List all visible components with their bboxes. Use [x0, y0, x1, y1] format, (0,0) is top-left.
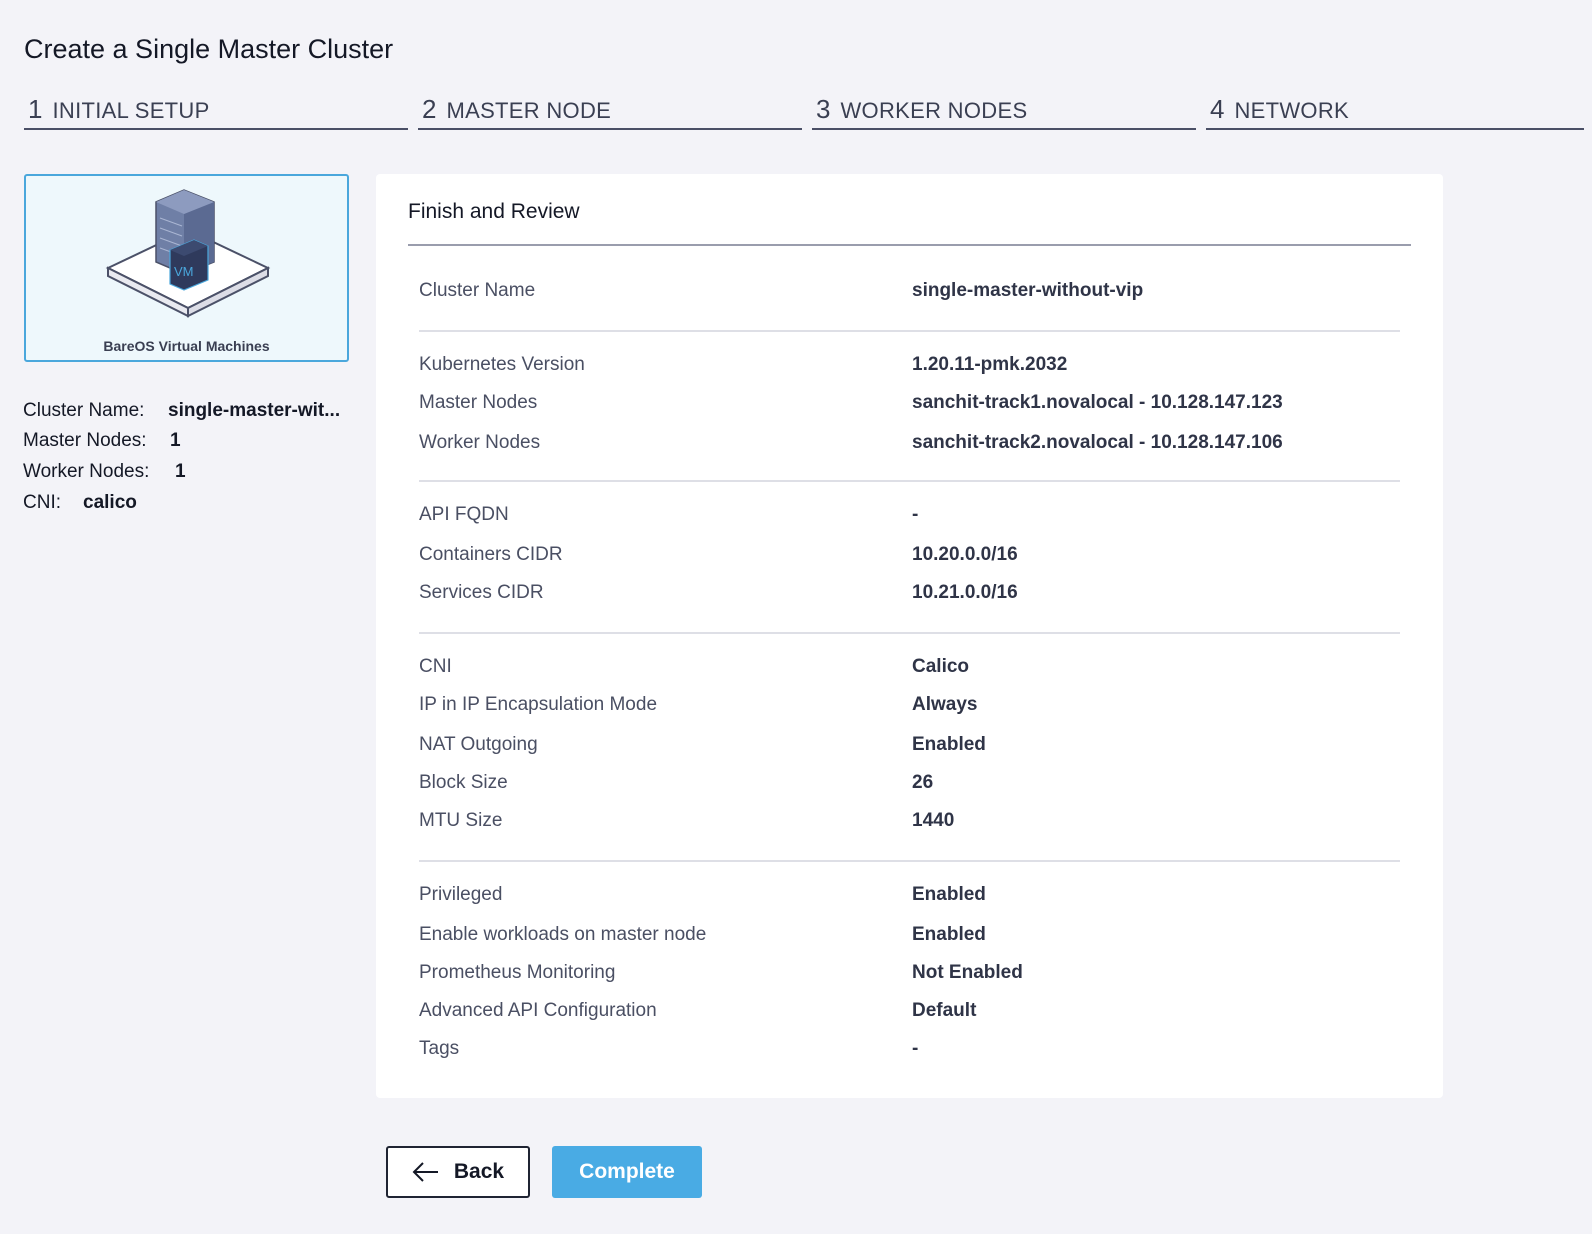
divider — [419, 330, 1400, 332]
summary-label: Master Nodes: — [23, 430, 147, 451]
review-value: - — [912, 504, 919, 525]
review-value: 1.20.11-pmk.2032 — [912, 354, 1068, 375]
review-label: CNI — [419, 656, 452, 677]
review-value: 26 — [912, 772, 934, 793]
back-button[interactable]: Back — [386, 1146, 530, 1198]
review-label: IP in IP Encapsulation Mode — [419, 694, 658, 715]
summary-label: Worker Nodes: — [23, 461, 150, 482]
review-value: 1440 — [912, 810, 955, 831]
summary-value: calico — [83, 492, 137, 513]
review-value: Always — [912, 694, 978, 715]
step-label: MASTER NODE — [446, 98, 612, 123]
review-label: Containers CIDR — [419, 544, 563, 565]
review-label: MTU Size — [419, 810, 503, 831]
review-value: sanchit-track1.novalocal - 10.128.147.12… — [912, 392, 1283, 413]
step-label: NETWORK — [1234, 98, 1350, 123]
review-value: 10.21.0.0/16 — [912, 582, 1018, 603]
review-label: Prometheus Monitoring — [419, 962, 616, 983]
divider — [408, 244, 1411, 246]
vm-server-icon: VM — [105, 189, 271, 318]
platform-label: BareOS Virtual Machines — [103, 338, 270, 354]
step-number: 1 — [28, 94, 43, 124]
step-master-node[interactable]: 2 MASTER NODE — [418, 94, 802, 130]
wizard-steps: 1 INITIAL SETUP 2 MASTER NODE 3 WORKER N… — [24, 94, 1584, 130]
vm-badge: VM — [174, 264, 194, 279]
step-worker-nodes[interactable]: 3 WORKER NODES — [812, 94, 1196, 130]
review-value: Default — [912, 1000, 977, 1021]
review-label: Services CIDR — [419, 582, 544, 603]
summary-value: single-master-wit... — [168, 400, 341, 421]
platform-card: VM BareOS Virtual Machines — [24, 174, 349, 362]
step-number: 2 — [422, 94, 437, 124]
complete-button[interactable]: Complete — [552, 1146, 702, 1198]
review-label: Master Nodes — [419, 392, 538, 413]
review-label: Worker Nodes — [419, 432, 541, 453]
review-label: Kubernetes Version — [419, 354, 585, 375]
review-label: Enable workloads on master node — [419, 924, 707, 945]
summary-label: CNI: — [23, 492, 61, 513]
review-value: sanchit-track2.novalocal - 10.128.147.10… — [912, 432, 1283, 453]
review-panel: Finish and Review Cluster Name single-ma… — [376, 174, 1443, 1098]
review-value: - — [912, 1038, 919, 1059]
review-label: Block Size — [419, 772, 508, 793]
review-value: single-master-without-vip — [912, 280, 1144, 301]
step-label: WORKER NODES — [840, 98, 1028, 123]
divider — [419, 860, 1400, 862]
step-number: 3 — [816, 94, 831, 124]
review-label: API FQDN — [419, 504, 509, 525]
summary-value: 1 — [175, 461, 186, 482]
review-value: Calico — [912, 656, 970, 677]
review-label: NAT Outgoing — [419, 734, 538, 755]
step-label: INITIAL SETUP — [52, 98, 210, 123]
review-label: Cluster Name — [419, 280, 536, 301]
back-label: Back — [453, 1160, 505, 1183]
page-title: Create a Single Master Cluster — [24, 34, 394, 64]
step-number: 4 — [1210, 94, 1225, 124]
step-initial-setup[interactable]: 1 INITIAL SETUP — [24, 94, 408, 130]
step-network[interactable]: 4 NETWORK — [1206, 94, 1584, 130]
review-label: Advanced API Configuration — [419, 1000, 657, 1021]
divider — [419, 480, 1400, 482]
review-value: Enabled — [912, 734, 986, 755]
review-value: Not Enabled — [912, 962, 1023, 983]
review-label: Tags — [419, 1038, 460, 1059]
divider — [419, 632, 1400, 634]
review-label: Privileged — [419, 884, 503, 905]
review-value: 10.20.0.0/16 — [912, 544, 1018, 565]
complete-label: Complete — [579, 1160, 675, 1183]
summary-value: 1 — [170, 430, 181, 451]
arrow-left-icon — [412, 1162, 438, 1182]
review-title: Finish and Review — [408, 200, 580, 223]
review-value: Enabled — [912, 924, 986, 945]
review-value: Enabled — [912, 884, 986, 905]
summary-label: Cluster Name: — [23, 400, 145, 421]
